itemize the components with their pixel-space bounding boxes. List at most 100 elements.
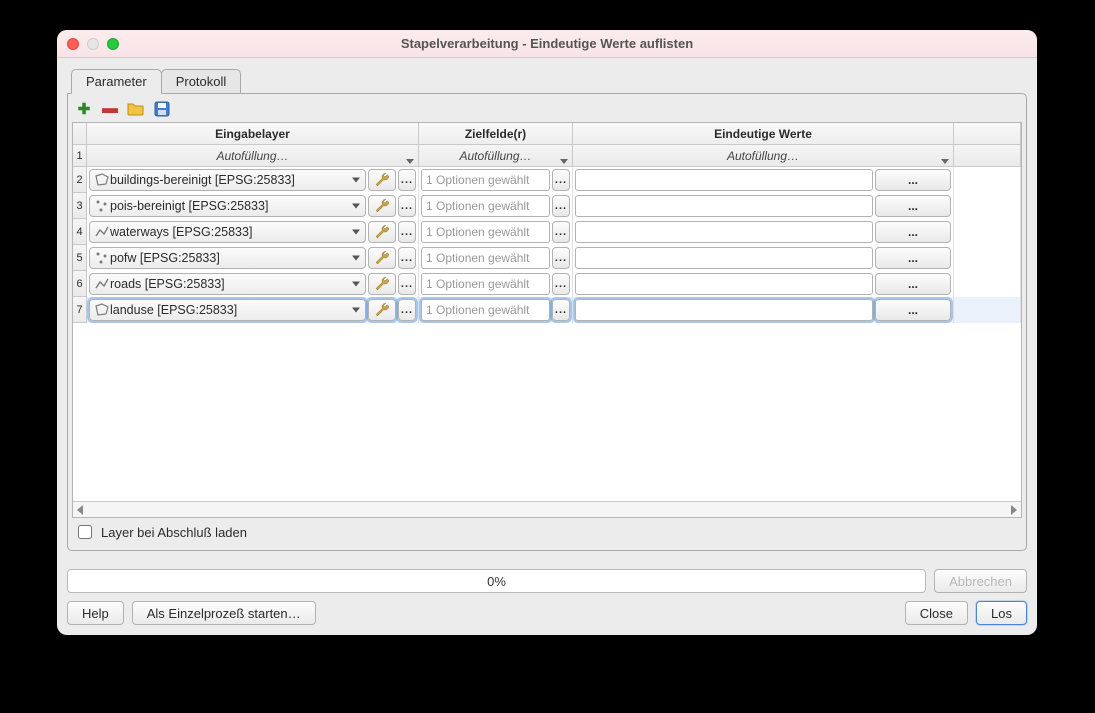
unique-output-input[interactable] xyxy=(575,247,873,269)
iterate-button[interactable] xyxy=(368,221,396,243)
save-button[interactable] xyxy=(152,100,172,118)
header-unique-values[interactable]: Eindeutige Werte xyxy=(573,123,954,145)
layer-combo[interactable]: waterways [EPSG:25833] xyxy=(89,221,366,243)
cell-extra xyxy=(954,167,1021,193)
unique-output-input[interactable] xyxy=(575,221,873,243)
autofill-unique[interactable]: Autofüllung… xyxy=(573,145,954,167)
cell-input-layer: landuse [EPSG:25833]... xyxy=(87,297,419,323)
unique-output-browse-button[interactable]: ... xyxy=(875,221,951,243)
cell-extra xyxy=(954,245,1021,271)
layer-browse-button[interactable]: ... xyxy=(398,247,416,269)
row-index: 4 xyxy=(73,219,87,245)
table-row: 3pois-bereinigt [EPSG:25833]...1 Optione… xyxy=(73,193,1021,219)
content-area: Parameter Protokoll ✚ ▬ Eingabelayer Zie… xyxy=(57,58,1037,635)
cell-unique-values: ... xyxy=(573,193,954,219)
layer-browse-button[interactable]: ... xyxy=(398,273,416,295)
run-button[interactable]: Los xyxy=(976,601,1027,625)
cell-target-fields: 1 Optionen gewählt... xyxy=(419,193,573,219)
target-fields-browse-button[interactable]: ... xyxy=(552,299,570,321)
load-layers-label: Layer bei Abschluß laden xyxy=(101,525,247,540)
layer-browse-button[interactable]: ... xyxy=(398,195,416,217)
cell-target-fields: 1 Optionen gewählt... xyxy=(419,271,573,297)
load-layers-row: Layer bei Abschluß laden xyxy=(72,518,1022,546)
progress-bar: 0% xyxy=(67,569,926,593)
load-layers-checkbox[interactable] xyxy=(78,525,92,539)
layer-combo[interactable]: buildings-bereinigt [EPSG:25833] xyxy=(89,169,366,191)
autofill-target[interactable]: Autofüllung… xyxy=(419,145,573,167)
titlebar: Stapelverarbeitung - Eindeutige Werte au… xyxy=(57,30,1037,58)
target-fields-input[interactable]: 1 Optionen gewählt xyxy=(421,169,550,191)
unique-output-browse-button[interactable]: ... xyxy=(875,299,951,321)
target-fields-browse-button[interactable]: ... xyxy=(552,195,570,217)
table-row: 2buildings-bereinigt [EPSG:25833]...1 Op… xyxy=(73,167,1021,193)
unique-output-input[interactable] xyxy=(575,169,873,191)
unique-output-browse-button[interactable]: ... xyxy=(875,273,951,295)
target-fields-input[interactable]: 1 Optionen gewählt xyxy=(421,221,550,243)
help-button[interactable]: Help xyxy=(67,601,124,625)
grid-header: Eingabelayer Zielfelde(r) Eindeutige Wer… xyxy=(73,123,1021,145)
tab-protokoll[interactable]: Protokoll xyxy=(161,69,242,94)
cell-extra xyxy=(954,297,1021,323)
run-single-button[interactable]: Als Einzelprozeß starten… xyxy=(132,601,316,625)
layer-combo[interactable]: pofw [EPSG:25833] xyxy=(89,247,366,269)
layer-combo[interactable]: roads [EPSG:25833] xyxy=(89,273,366,295)
remove-row-button[interactable]: ▬ xyxy=(100,100,120,118)
target-fields-input[interactable]: 1 Optionen gewählt xyxy=(421,247,550,269)
cell-input-layer: buildings-bereinigt [EPSG:25833]... xyxy=(87,167,419,193)
layer-label: waterways [EPSG:25833] xyxy=(110,225,252,239)
target-fields-browse-button[interactable]: ... xyxy=(552,247,570,269)
toolbar: ✚ ▬ xyxy=(72,98,1022,122)
cell-unique-values: ... xyxy=(573,297,954,323)
cell-extra xyxy=(954,219,1021,245)
unique-output-input[interactable] xyxy=(575,299,873,321)
unique-output-browse-button[interactable]: ... xyxy=(875,195,951,217)
target-fields-browse-button[interactable]: ... xyxy=(552,273,570,295)
autofill-extra xyxy=(954,145,1021,167)
layer-type-icon xyxy=(94,224,110,240)
target-fields-browse-button[interactable]: ... xyxy=(552,221,570,243)
add-row-button[interactable]: ✚ xyxy=(74,100,94,118)
iterate-button[interactable] xyxy=(368,299,396,321)
layer-type-icon xyxy=(94,198,110,214)
target-fields-browse-button[interactable]: ... xyxy=(552,169,570,191)
row-index: 5 xyxy=(73,245,87,271)
target-fields-input[interactable]: 1 Optionen gewählt xyxy=(421,195,550,217)
open-button[interactable] xyxy=(126,100,146,118)
cell-unique-values: ... xyxy=(573,271,954,297)
layer-combo[interactable]: landuse [EPSG:25833] xyxy=(89,299,366,321)
tab-panel: ✚ ▬ Eingabelayer Zielfelde(r) Eindeutige… xyxy=(67,93,1027,551)
layer-browse-button[interactable]: ... xyxy=(398,221,416,243)
iterate-button[interactable] xyxy=(368,247,396,269)
dialog-window: Stapelverarbeitung - Eindeutige Werte au… xyxy=(57,30,1037,635)
layer-browse-button[interactable]: ... xyxy=(398,169,416,191)
table-row: 4waterways [EPSG:25833]...1 Optionen gew… xyxy=(73,219,1021,245)
target-fields-input[interactable]: 1 Optionen gewählt xyxy=(421,273,550,295)
unique-output-browse-button[interactable]: ... xyxy=(875,169,951,191)
cell-extra xyxy=(954,271,1021,297)
layer-combo[interactable]: pois-bereinigt [EPSG:25833] xyxy=(89,195,366,217)
close-button[interactable]: Close xyxy=(905,601,968,625)
layer-label: pofw [EPSG:25833] xyxy=(110,251,220,265)
iterate-button[interactable] xyxy=(368,273,396,295)
row-index: 3 xyxy=(73,193,87,219)
unique-output-browse-button[interactable]: ... xyxy=(875,247,951,269)
layer-type-icon xyxy=(94,172,110,188)
autofill-index: 1 xyxy=(73,145,87,167)
abort-button[interactable]: Abbrechen xyxy=(934,569,1027,593)
layer-browse-button[interactable]: ... xyxy=(398,299,416,321)
tab-parameter[interactable]: Parameter xyxy=(71,69,162,94)
unique-output-input[interactable] xyxy=(575,273,873,295)
autofill-layer[interactable]: Autofüllung… xyxy=(87,145,419,167)
cell-input-layer: waterways [EPSG:25833]... xyxy=(87,219,419,245)
cell-unique-values: ... xyxy=(573,245,954,271)
horizontal-scrollbar[interactable] xyxy=(73,501,1021,517)
header-target-fields[interactable]: Zielfelde(r) xyxy=(419,123,573,145)
unique-output-input[interactable] xyxy=(575,195,873,217)
target-fields-input[interactable]: 1 Optionen gewählt xyxy=(421,299,550,321)
iterate-button[interactable] xyxy=(368,169,396,191)
layer-type-icon xyxy=(94,302,110,318)
cell-unique-values: ... xyxy=(573,167,954,193)
iterate-button[interactable] xyxy=(368,195,396,217)
header-input-layer[interactable]: Eingabelayer xyxy=(87,123,419,145)
header-corner xyxy=(73,123,87,145)
